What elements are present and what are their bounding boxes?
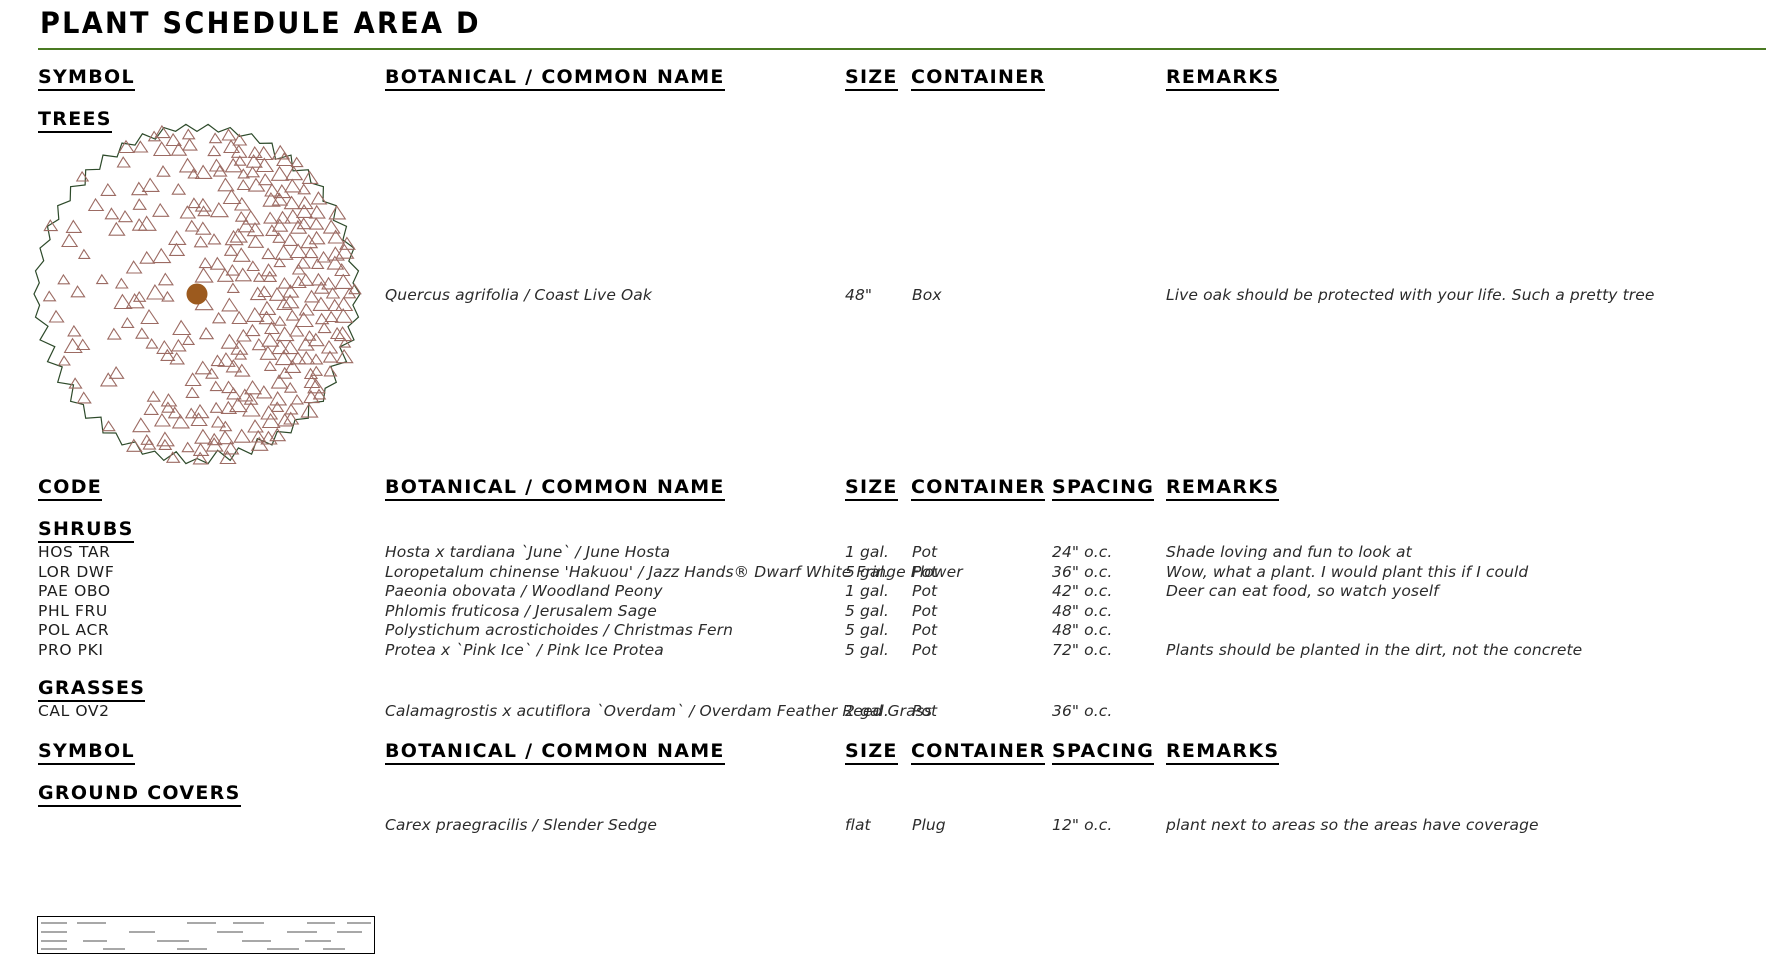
shrub-row-remarks: Shade loving and fun to look at — [1166, 543, 1412, 561]
shrub-row-spacing: 42" o.c. — [1052, 582, 1113, 601]
groundcover-row-remarks: plant next to areas so the areas have co… — [1166, 816, 1539, 834]
shrub-row-size: 5 gal. — [845, 601, 889, 620]
shrub-row-container: Pot — [912, 582, 938, 601]
header-botanical-common-name-2: BOTANICAL / COMMON NAME — [385, 478, 725, 501]
shrub-row-code: PHL FRU — [38, 601, 108, 620]
header-spacing-2: SPACING — [1052, 742, 1155, 765]
grass-row-container: Pot — [912, 702, 938, 720]
header-symbol: SYMBOL — [38, 68, 135, 91]
header-code: CODE — [38, 478, 103, 501]
group-heading-shrubs: SHRUBS — [38, 520, 134, 543]
shrub-row-remarks: Deer can eat food, so watch yoself — [1166, 582, 1439, 601]
header-container: CONTAINER — [911, 68, 1046, 91]
shrub-row-code: PRO PKI — [38, 641, 104, 659]
shrub-row-spacing: 48" o.c. — [1052, 601, 1113, 620]
shrub-row-container: Pot — [912, 621, 938, 640]
header-spacing: SPACING — [1052, 478, 1155, 501]
header-container-2: CONTAINER — [911, 478, 1046, 501]
ground-cover-symbol-carex-praegracilis — [37, 916, 375, 954]
header-remarks-2: REMARKS — [1166, 478, 1280, 501]
shrub-row-container: Pot — [912, 601, 938, 620]
page-title: PLANT SCHEDULE AREA D — [40, 6, 481, 40]
header-size-3: SIZE — [845, 742, 898, 765]
shrub-row-container: Pot — [912, 562, 938, 581]
shrub-row-spacing: 24" o.c. — [1052, 543, 1113, 561]
header-symbol-2: SYMBOL — [38, 742, 135, 765]
tree-symbol-quercus-agrifolia — [30, 118, 385, 466]
header-size: SIZE — [845, 68, 898, 91]
shrub-row-container: Pot — [912, 543, 938, 561]
shrub-row-code: PAE OBO — [38, 582, 111, 601]
group-heading-ground-covers: GROUND COVERS — [38, 784, 241, 807]
shrub-row-name: Paeonia obovata / Woodland Peony — [385, 582, 663, 601]
shrub-row-size: 5 gal. — [845, 562, 889, 581]
tree-row-remarks: Live oak should be protected with your l… — [1166, 286, 1655, 304]
shrub-row-code: POL ACR — [38, 621, 110, 640]
shrub-row-size: 1 gal. — [845, 543, 889, 561]
groundcover-row-name: Carex praegracilis / Slender Sedge — [385, 816, 658, 834]
groundcover-row-container: Plug — [912, 816, 946, 834]
shrub-row-remarks: Plants should be planted in the dirt, no… — [1166, 641, 1583, 659]
grass-row-code: CAL OV2 — [38, 702, 110, 720]
shrub-row-spacing: 72" o.c. — [1052, 641, 1113, 659]
group-heading-grasses: GRASSES — [38, 679, 146, 702]
shrub-row-container: Pot — [912, 641, 938, 659]
groundcover-row-spacing: 12" o.c. — [1052, 816, 1113, 834]
header-botanical-common-name-3: BOTANICAL / COMMON NAME — [385, 742, 725, 765]
header-remarks: REMARKS — [1166, 68, 1280, 91]
groundcover-row-size: flat — [845, 816, 871, 834]
shrub-row-size: 1 gal. — [845, 582, 889, 601]
shrub-row-name: Phlomis fruticosa / Jerusalem Sage — [385, 601, 657, 620]
shrub-row-name: Polystichum acrostichoides / Christmas F… — [385, 621, 733, 640]
header-container-3: CONTAINER — [911, 742, 1046, 765]
shrub-row-spacing: 48" o.c. — [1052, 621, 1113, 640]
header-remarks-3: REMARKS — [1166, 742, 1280, 765]
grass-row-spacing: 36" o.c. — [1052, 702, 1113, 720]
tree-row-size: 48" — [845, 286, 873, 304]
title-divider — [38, 48, 1766, 50]
header-size-2: SIZE — [845, 478, 898, 501]
shrub-row-code: HOS TAR — [38, 543, 111, 561]
shrub-row-code: LOR DWF — [38, 562, 115, 581]
tree-row-name: Quercus agrifolia / Coast Live Oak — [385, 286, 652, 304]
tree-row-container: Box — [912, 286, 942, 304]
grass-row-size: 2 gal. — [845, 702, 889, 720]
shrub-row-name: Protea x `Pink Ice` / Pink Ice Protea — [385, 641, 664, 659]
shrub-row-name: Hosta x tardiana `June` / June Hosta — [385, 543, 671, 561]
shrub-row-size: 5 gal. — [845, 621, 889, 640]
shrub-row-spacing: 36" o.c. — [1052, 562, 1113, 581]
shrub-row-size: 5 gal. — [845, 641, 889, 659]
header-botanical-common-name: BOTANICAL / COMMON NAME — [385, 68, 725, 91]
shrub-row-remarks: Wow, what a plant. I would plant this if… — [1166, 562, 1529, 581]
